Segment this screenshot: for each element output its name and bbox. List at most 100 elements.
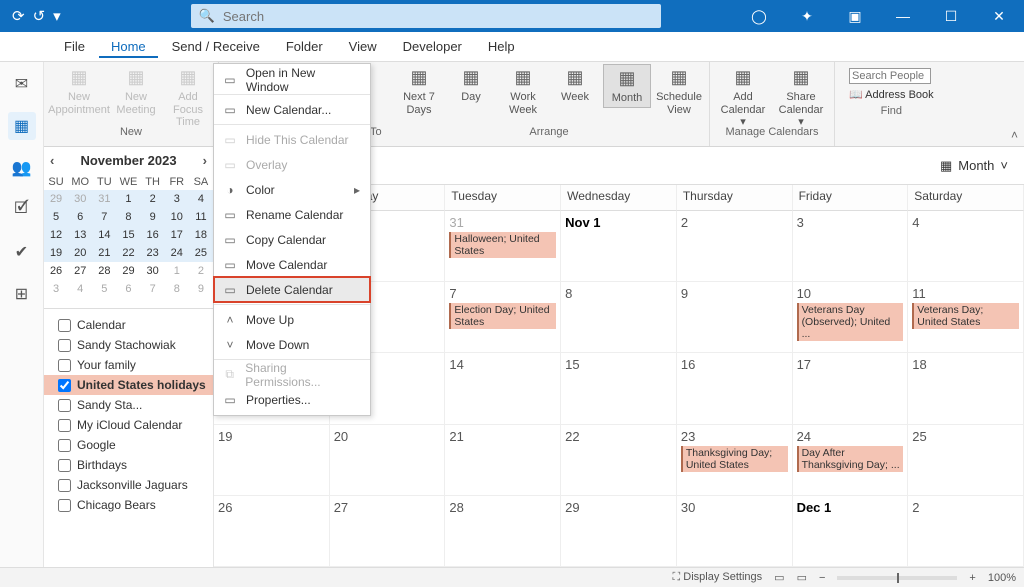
calendar-cell[interactable]: 17 [793,353,909,424]
ctx-move-down[interactable]: ˅Move Down [214,332,370,357]
mini-day[interactable]: 17 [165,226,189,244]
calendar-event[interactable]: Day After Thanksgiving Day; ... [797,446,904,472]
mini-day[interactable]: 22 [116,244,140,262]
calendar-cell[interactable]: 28 [445,496,561,567]
calendar-cell[interactable]: 23Thanksgiving Day; United States [677,425,793,496]
mini-day[interactable]: 24 [165,244,189,262]
mini-day[interactable]: 4 [189,190,213,208]
calendar-context-menu[interactable]: ▭Open in New Window▭New Calendar...▭Hide… [213,63,371,416]
calendar-checkbox[interactable] [58,379,71,392]
ribbon-new-meeting[interactable]: ▦New Meeting [112,64,160,118]
menu-folder[interactable]: Folder [274,35,335,58]
mini-day[interactable]: 8 [165,280,189,298]
mini-day[interactable]: 1 [116,190,140,208]
calendar-cell[interactable]: 25 [908,425,1024,496]
mini-day[interactable]: 8 [116,208,140,226]
calendar-list-item[interactable]: Sandy Stachowiak [44,335,213,355]
premium-icon[interactable]: ✦ [790,8,824,25]
mini-day[interactable]: 1 [165,262,189,280]
ribbon-schedule-view[interactable]: ▦Schedule View [655,64,703,118]
calendar-list-item[interactable]: Google [44,435,213,455]
calendar-cell[interactable]: 18 [908,353,1024,424]
ribbon-day[interactable]: ▦Day [447,64,495,106]
mini-day[interactable]: 9 [189,280,213,298]
view-reading-icon[interactable]: ▭ [797,571,807,584]
ctx-properties-[interactable]: ▭Properties... [214,387,370,412]
display-settings-button[interactable]: ⛶ Display Settings [673,571,763,584]
mini-day[interactable]: 5 [92,280,116,298]
search-input[interactable] [223,9,661,24]
mini-day[interactable]: 11 [189,208,213,226]
ctx-move-up[interactable]: ˄Move Up [214,307,370,332]
calendar-event[interactable]: Halloween; United States [449,232,556,258]
menu-send-receive[interactable]: Send / Receive [160,35,272,58]
view-picker[interactable]: ▦ Month ˅ [940,158,1008,174]
menu-view[interactable]: View [337,35,389,58]
ctx-rename-calendar[interactable]: ▭Rename Calendar [214,202,370,227]
mail-icon[interactable]: ✉ [8,70,36,98]
mini-day[interactable]: 26 [44,262,68,280]
calendar-list-item[interactable]: Calendar [44,315,213,335]
collapse-ribbon-icon[interactable]: ˄ [1011,128,1018,142]
close-button[interactable]: ✕ [982,8,1016,25]
people-icon[interactable]: 👥 [8,154,36,182]
calendar-cell[interactable]: 20 [330,425,446,496]
mini-day[interactable]: 21 [92,244,116,262]
calendar-checkbox[interactable] [58,319,71,332]
ctx-color[interactable]: ◑Color▸ [214,177,370,202]
mini-day[interactable]: 2 [189,262,213,280]
ribbon-work-week[interactable]: ▦Work Week [499,64,547,118]
calendar-event[interactable]: Thanksgiving Day; United States [681,446,788,472]
mini-day[interactable]: 4 [68,280,92,298]
calendar-cell[interactable]: 2 [908,496,1024,567]
coming-soon-icon[interactable]: ▣ [838,8,872,25]
mini-day[interactable]: 9 [141,208,165,226]
calendar-event[interactable]: Election Day; United States [449,303,556,329]
mini-day[interactable]: 7 [92,208,116,226]
account-icon[interactable]: ◯ [742,8,776,25]
calendar-cell[interactable]: 3 [793,211,909,282]
zoom-in-icon[interactable]: + [969,572,975,584]
calendar-cell[interactable]: 27 [330,496,446,567]
mini-day[interactable]: 14 [92,226,116,244]
calendar-cell[interactable]: 10Veterans Day (Observed); United ... [793,282,909,353]
mini-calendar[interactable]: SUMOTUWETHFRSA 2930311234567891011121314… [44,174,213,298]
calendar-list-item[interactable]: Sandy Sta... [44,395,213,415]
mini-next-icon[interactable]: › [203,153,207,168]
calendar-list-item[interactable]: United States holidays [44,375,213,395]
mini-day[interactable]: 15 [116,226,140,244]
ribbon-week[interactable]: ▦Week [551,64,599,106]
menu-developer[interactable]: Developer [391,35,474,58]
ribbon-share-calendar-[interactable]: ▦Share Calendar ▾ [774,64,828,131]
calendar-cell[interactable]: 16 [677,353,793,424]
mini-day[interactable]: 18 [189,226,213,244]
calendar-list-item[interactable]: My iCloud Calendar [44,415,213,435]
calendar-cell[interactable]: 14 [445,353,561,424]
mini-day[interactable]: 3 [165,190,189,208]
zoom-out-icon[interactable]: − [819,572,825,584]
mini-day[interactable]: 27 [68,262,92,280]
calendar-event[interactable]: Veterans Day (Observed); United ... [797,303,904,341]
calendar-list-item[interactable]: Chicago Bears [44,495,213,515]
calendar-checkbox[interactable] [58,339,71,352]
calendar-checkbox[interactable] [58,439,71,452]
menu-home[interactable]: Home [99,35,158,58]
ribbon-month[interactable]: ▦Month [603,64,651,108]
calendar-icon[interactable]: ▦ [8,112,36,140]
ribbon-new-appointment[interactable]: ▦New Appointment [50,64,108,118]
mini-day[interactable]: 19 [44,244,68,262]
minimize-button[interactable]: — [886,8,920,24]
menu-file[interactable]: File [52,35,97,58]
undo-icon[interactable]: ↺ [33,7,46,25]
mini-day[interactable]: 10 [165,208,189,226]
ribbon-add-focus-time[interactable]: ▦Add Focus Time [164,64,212,131]
zoom-slider[interactable] [837,576,957,580]
calendar-cell[interactable]: 30 [677,496,793,567]
calendar-cell[interactable]: Nov 1 [561,211,677,282]
search-people-input[interactable] [849,68,931,84]
calendar-checkbox[interactable] [58,459,71,472]
mini-day[interactable]: 6 [68,208,92,226]
calendar-cell[interactable]: 8 [561,282,677,353]
mini-day[interactable]: 16 [141,226,165,244]
mini-day[interactable]: 20 [68,244,92,262]
